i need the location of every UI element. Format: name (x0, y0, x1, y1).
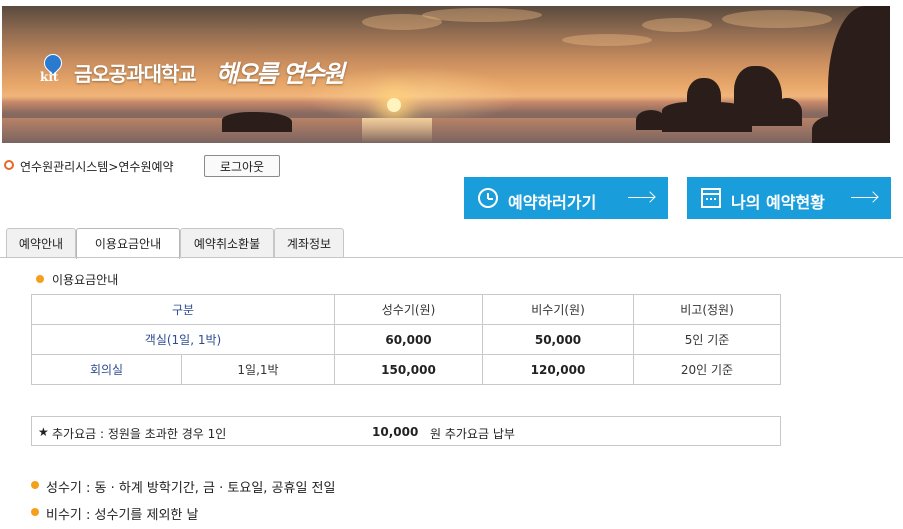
row-subcategory: 1일,1박 (181, 354, 335, 385)
tab-cancel-refund[interactable]: 예약취소환불 (180, 228, 274, 258)
note-bullet-icon (31, 481, 39, 489)
section-bullet-icon (36, 275, 44, 283)
table-row: 회의실 1일,1박 150,000 120,000 20인 기준 (31, 354, 781, 385)
arrow-right-icon (851, 197, 877, 198)
university-name: 금오공과대학교 (74, 62, 197, 86)
table-header-row: 구분 성수기(원) 비수기(원) 비고(정원) (31, 294, 781, 325)
header-category: 구분 (31, 294, 335, 325)
section-title: 이용요금안내 (52, 273, 119, 287)
logout-button[interactable]: 로그아웃 (204, 155, 280, 177)
row-offpeak: 120,000 (482, 354, 634, 385)
table-row: 객실(1일, 1박) 60,000 50,000 5인 기준 (31, 324, 781, 355)
breadcrumb: 연수원관리시스템>연수원예약 (20, 160, 174, 174)
row-offpeak: 50,000 (482, 324, 634, 355)
arrow-right-icon (628, 197, 654, 198)
fee-table: 구분 성수기(원) 비수기(원) 비고(정원) 객실(1일, 1박) 60,00… (31, 294, 781, 385)
my-reservations-button[interactable]: 나의 예약현황 (687, 177, 891, 219)
center-name: 해오름 연수원 (216, 59, 345, 88)
note-peak-season: 성수기 : 동 · 하계 방학기간, 금 · 토요일, 공휴일 전일 (46, 481, 336, 496)
row-note: 5인 기준 (633, 324, 781, 355)
go-reserve-button[interactable]: 예약하러가기 (464, 177, 668, 219)
extra-fee-unit: 원 추가요금 납부 (430, 427, 515, 441)
header-banner: kit 금오공과대학교 해오름 연수원 (2, 6, 890, 143)
clock-icon (478, 188, 498, 208)
header-note: 비고(정원) (633, 294, 781, 325)
tab-account-info[interactable]: 계좌정보 (274, 228, 344, 258)
calendar-icon (701, 188, 721, 208)
extra-fee-amount: 10,000 (372, 425, 419, 439)
row-peak: 60,000 (334, 324, 483, 355)
row-category: 회의실 (31, 354, 182, 385)
tab-reservation-guide[interactable]: 예약안내 (6, 228, 76, 258)
header-peak: 성수기(원) (334, 294, 483, 325)
extra-fee-box: ★ 추가요금 : 정원을 초과한 경우 1인 10,000 원 추가요금 납부 (31, 416, 781, 446)
sun (387, 98, 401, 112)
header-offpeak: 비수기(원) (482, 294, 634, 325)
note-bullet-icon (31, 508, 39, 516)
row-category: 객실(1일, 1박) (31, 324, 335, 355)
go-reserve-label: 예약하러가기 (508, 193, 597, 212)
note-offpeak-season: 비수기 : 성수기를 제외한 날 (46, 508, 199, 523)
row-note: 20인 기준 (633, 354, 781, 385)
breadcrumb-bullet-icon (4, 160, 14, 170)
my-reservations-label: 나의 예약현황 (731, 193, 825, 212)
tab-fee-guide[interactable]: 이용요금안내 (76, 228, 180, 259)
star-icon: ★ (38, 425, 49, 439)
tab-divider (0, 257, 903, 258)
row-peak: 150,000 (334, 354, 483, 385)
extra-fee-text: 추가요금 : 정원을 초과한 경우 1인 (52, 427, 227, 441)
kit-logo: kit (40, 50, 66, 86)
